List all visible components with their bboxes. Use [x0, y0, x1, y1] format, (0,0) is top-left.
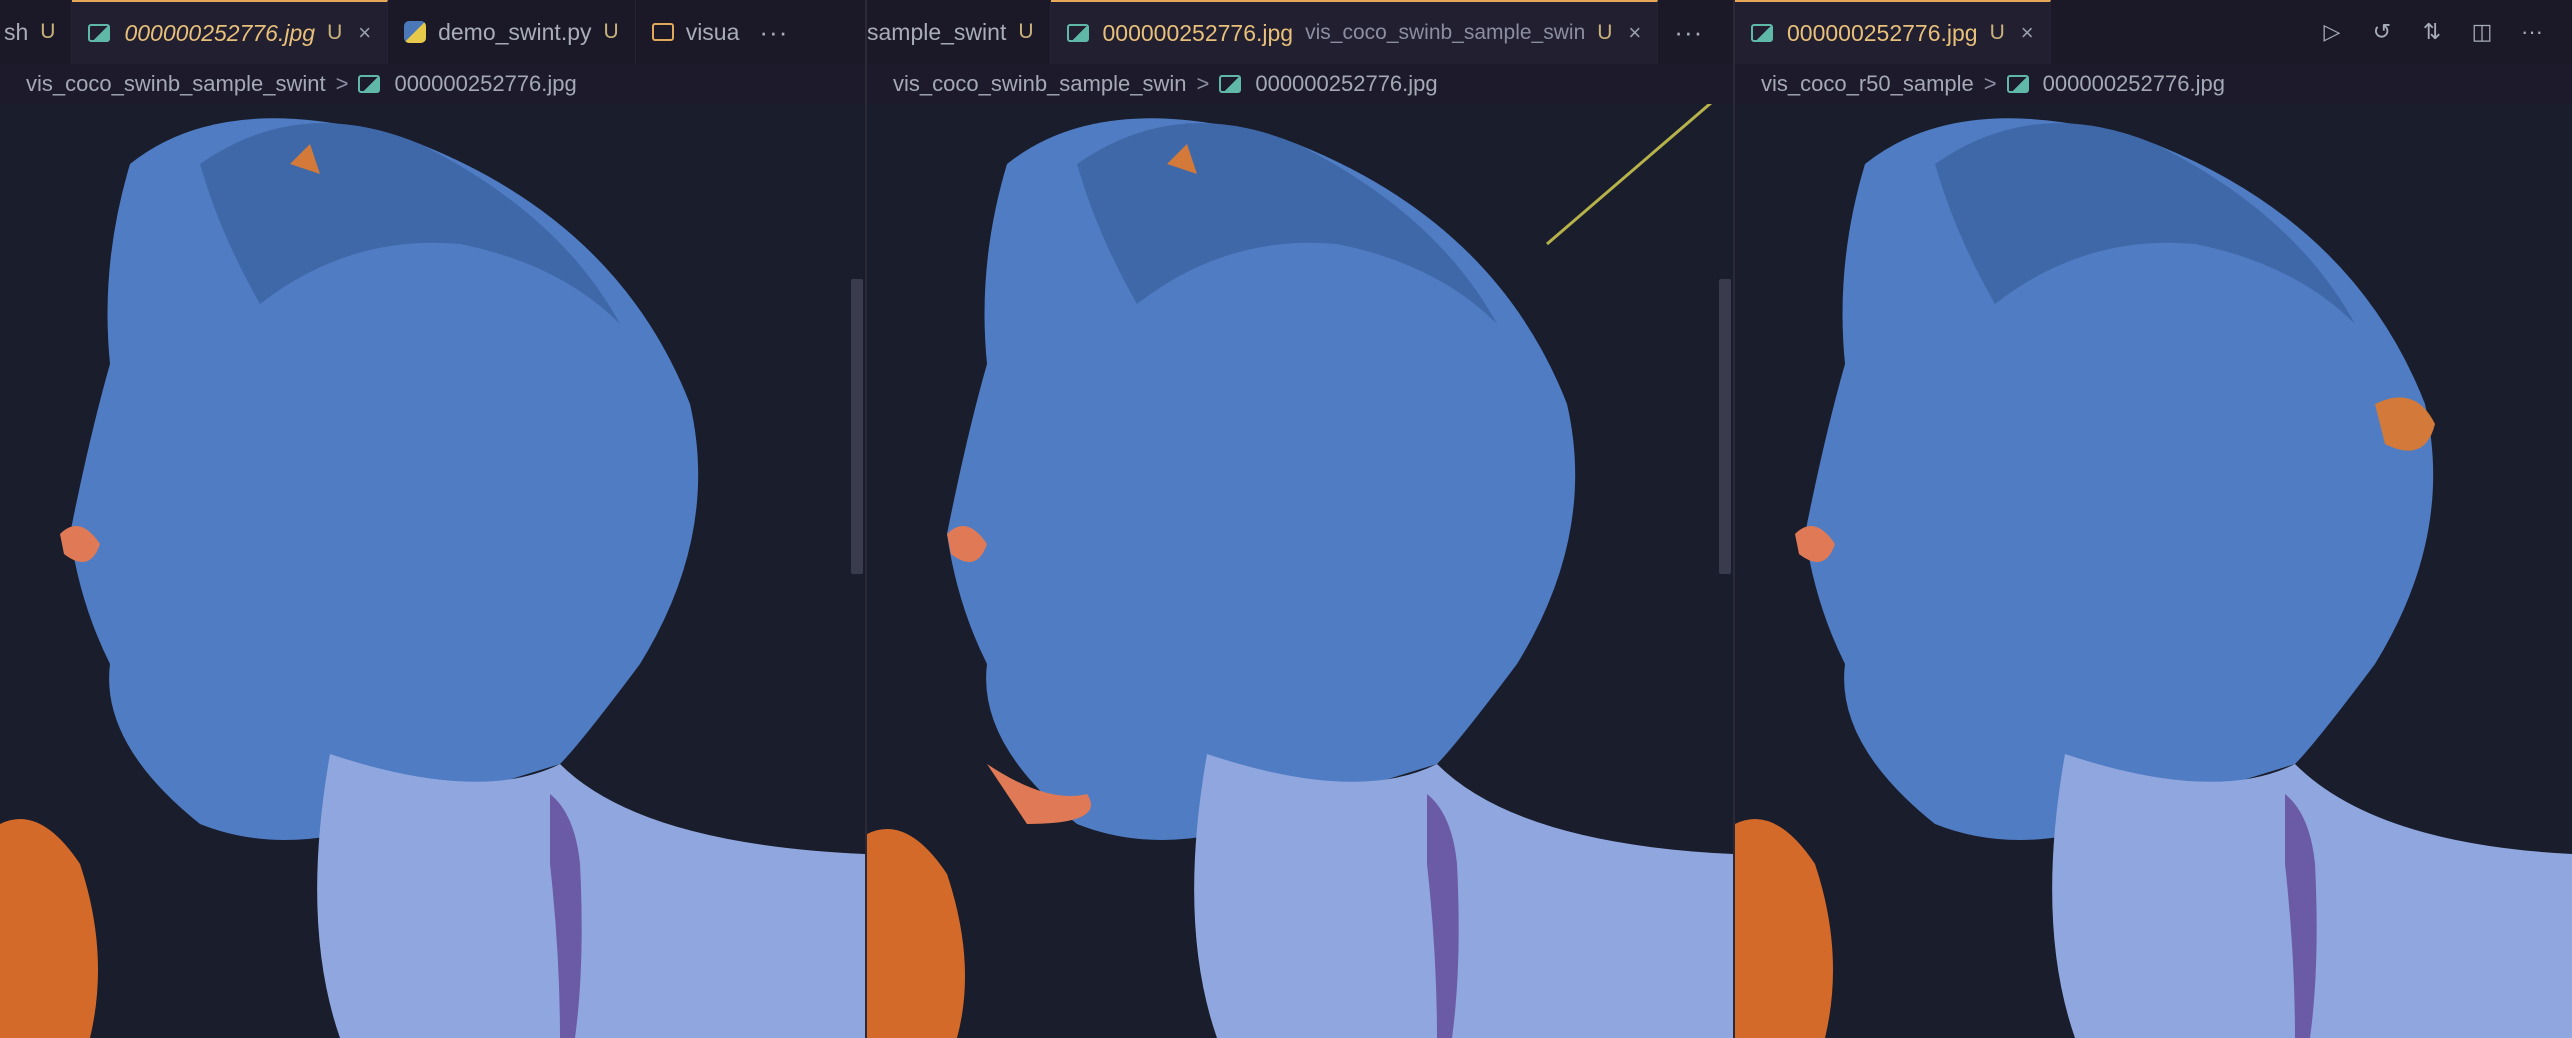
tab-demo-swint[interactable]: demo_swint.py U: [388, 0, 636, 64]
breadcrumb: vis_coco_swinb_sample_swin > 00000025277…: [867, 64, 1733, 104]
tab-label: sample_swint: [867, 18, 1007, 45]
segmentation-image: [0, 104, 865, 1038]
tab-label: visua: [685, 18, 740, 45]
image-viewer: [867, 104, 1733, 1038]
breadcrumb-file[interactable]: 000000252776.jpg: [1255, 71, 1437, 97]
more-actions-icon[interactable]: ···: [2520, 19, 2544, 44]
image-file-icon: [1751, 24, 1773, 42]
more-tabs-icon[interactable]: ···: [743, 0, 804, 64]
untracked-badge: U: [1597, 21, 1613, 44]
more-tabs-icon[interactable]: ···: [1658, 0, 1719, 64]
segmentation-image: [867, 104, 1733, 1038]
tab-bar: sample_swint U 000000252776.jpg vis_coco…: [867, 0, 1733, 65]
tab-sample-swint[interactable]: sample_swint U: [867, 0, 1051, 64]
tab-label: sh: [4, 18, 29, 45]
terminal-icon: [651, 23, 674, 41]
editor-group-2: sample_swint U 000000252776.jpg vis_coco…: [867, 0, 1733, 1038]
breadcrumb: vis_coco_swinb_sample_swint > 0000002527…: [0, 64, 865, 104]
image-file-icon: [358, 75, 381, 93]
run-icon[interactable]: ▷: [2320, 19, 2344, 44]
tab-image-active[interactable]: 000000252776.jpg vis_coco_swinb_sample_s…: [1050, 0, 1659, 64]
tab-image-active[interactable]: 000000252776.jpg U ×: [1735, 0, 2051, 64]
tab-label: demo_swint.py: [438, 18, 592, 45]
close-icon[interactable]: ×: [2021, 20, 2034, 46]
tab-shell-script[interactable]: sh U: [0, 0, 73, 64]
tab-label: 000000252776.jpg: [1102, 19, 1294, 46]
image-file-icon: [1219, 75, 1242, 93]
image-file-icon: [1066, 24, 1089, 42]
breadcrumb: vis_coco_r50_sample > 000000252776.jpg: [1735, 64, 2572, 104]
breadcrumb-file[interactable]: 000000252776.jpg: [2043, 71, 2225, 97]
untracked-badge: U: [603, 20, 619, 43]
close-icon[interactable]: ×: [1628, 20, 1641, 46]
tab-description: vis_coco_swinb_sample_swin: [1305, 21, 1586, 44]
breadcrumb-folder[interactable]: vis_coco_swinb_sample_swint: [26, 71, 326, 97]
untracked-badge: U: [40, 20, 56, 43]
history-icon[interactable]: ↺: [2370, 19, 2394, 44]
split-editor-icon[interactable]: ◫: [2470, 19, 2494, 44]
chevron-right-icon: >: [1983, 71, 1997, 96]
chevron-right-icon: >: [1196, 71, 1210, 96]
compare-changes-icon[interactable]: ⇅: [2420, 19, 2444, 44]
image-viewer: [1735, 104, 2572, 1038]
editor-actions: ▷ ↺ ⇅ ◫ ···: [2320, 0, 2572, 64]
breadcrumb-file[interactable]: 000000252776.jpg: [394, 71, 576, 97]
editor-group-3: 000000252776.jpg U × ▷ ↺ ⇅ ◫ ··· vis_coc…: [1735, 0, 2572, 1038]
breadcrumb-folder[interactable]: vis_coco_swinb_sample_swin: [893, 71, 1186, 97]
chevron-right-icon: >: [335, 71, 349, 96]
segmentation-image: [1735, 104, 2572, 1038]
python-file-icon: [404, 21, 427, 43]
breadcrumb-folder[interactable]: vis_coco_r50_sample: [1761, 71, 1974, 97]
image-viewer: [0, 104, 865, 1038]
tab-terminal[interactable]: visua: [636, 0, 744, 64]
close-icon[interactable]: ×: [358, 20, 371, 46]
scrollbar[interactable]: [1719, 279, 1731, 574]
tab-label: 000000252776.jpg: [124, 19, 316, 46]
tab-label: 000000252776.jpg: [1787, 19, 1978, 46]
tab-image-active[interactable]: 000000252776.jpg U ×: [72, 0, 389, 64]
tab-bar: sh U 000000252776.jpg U × demo_swint.py …: [0, 0, 865, 65]
scrollbar[interactable]: [851, 279, 863, 574]
image-file-icon: [88, 24, 111, 42]
untracked-badge: U: [1989, 21, 2005, 44]
untracked-badge: U: [1018, 20, 1034, 43]
image-file-icon: [2006, 75, 2029, 93]
tab-bar: 000000252776.jpg U × ▷ ↺ ⇅ ◫ ···: [1735, 0, 2572, 65]
untracked-badge: U: [327, 21, 343, 44]
editor-group-1: sh U 000000252776.jpg U × demo_swint.py …: [0, 0, 865, 1038]
